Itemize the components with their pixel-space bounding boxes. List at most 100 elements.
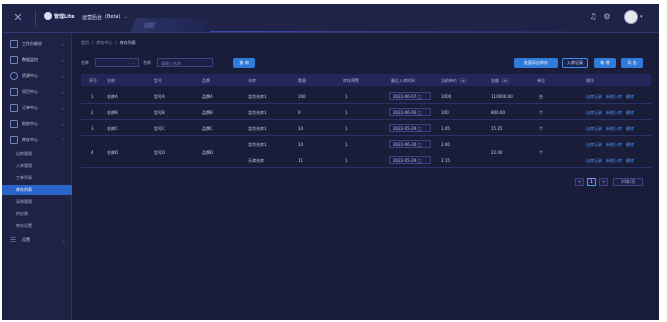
cell-brand: 品牌A: [202, 94, 213, 99]
date-value: 2022-06-30: [393, 142, 417, 147]
cell-unit: 台: [539, 94, 543, 99]
top-bar: ✕ 管理Lite 运营后台 (Beta) ⌄ ////////// ♫ ⚙ ▾: [2, 4, 659, 33]
chevron-right-icon: ›: [62, 73, 64, 79]
sidebar-subitem[interactable]: 采购管理: [2, 197, 72, 207]
import-records-button[interactable]: 入库记录: [562, 58, 588, 68]
dashboard-icon: [10, 40, 18, 48]
column-header: 当前单价（元）: [441, 78, 469, 83]
sidebar-item-orders[interactable]: 订单中心 ›: [2, 101, 72, 115]
column-header: 序号: [89, 78, 97, 83]
sidebar-subitem[interactable]: 库存设置: [2, 221, 72, 231]
pagination-next[interactable]: >: [599, 178, 608, 186]
warehouse-select[interactable]: ⌄: [95, 58, 139, 67]
sidebar-item-label: 库存中心: [22, 137, 38, 142]
name-input[interactable]: 请输入名称: [157, 58, 213, 67]
outbound-records-link[interactable]: 出库记录: [586, 126, 602, 132]
column-header: 最近入库时间: [391, 78, 415, 83]
column-header: 金额（元）: [491, 78, 511, 83]
column-header: 操作: [586, 78, 594, 83]
calendar-icon: ▢: [417, 142, 422, 147]
breadcrumb-item[interactable]: 首页: [81, 40, 89, 46]
sidebar: 工作台概览 › 数据监控 › 资源中心 › 项目中心 › 订单中心 › 财务中心…: [2, 33, 72, 320]
sidebar-item-inventory[interactable]: 库存中心 ˄: [2, 133, 72, 147]
date-picker[interactable]: 2022-06-07 ▢: [389, 92, 431, 100]
cell-amount: 800.00: [491, 110, 505, 115]
chevron-up-icon: ˄: [62, 137, 64, 143]
add-inbound-link[interactable]: 新增入库: [606, 94, 622, 100]
column-header: 仓库: [248, 78, 256, 83]
sidebar-item-label: 项目中心: [22, 89, 38, 94]
cell-warning: 1: [345, 110, 348, 115]
add-button[interactable]: 新 增: [594, 58, 616, 68]
delete-link[interactable]: 删除: [626, 110, 634, 116]
delete-link[interactable]: 删除: [626, 158, 634, 164]
search-button[interactable]: 查 询: [233, 58, 255, 68]
settings-icon: ☰: [10, 236, 17, 244]
sidebar-item-finance[interactable]: 财务中心 ›: [2, 117, 72, 131]
inventory-icon: [10, 136, 18, 144]
pagination-prev[interactable]: <: [575, 178, 584, 186]
bell-icon[interactable]: ♫: [588, 12, 598, 22]
avatar[interactable]: [624, 10, 638, 24]
sidebar-item-resources[interactable]: 资源中心 ›: [2, 69, 72, 83]
outbound-records-link[interactable]: 出库记录: [586, 158, 602, 164]
outbound-records-link[interactable]: 出库记录: [586, 142, 602, 148]
sidebar-subitem-label: 库存设置: [16, 223, 32, 228]
date-picker[interactable]: 2022-05-29 ▢: [389, 124, 431, 132]
chevron-down-icon: ⌄: [131, 60, 135, 65]
main-content: 首页 / 库存中心 / 库存列表 仓库 ⌄ 名称 请输入名称 查 询 批量导出库…: [73, 33, 659, 320]
chevron-down-icon[interactable]: ▾: [640, 14, 643, 20]
cell-price: 3.15: [441, 158, 450, 163]
sidebar-subitem[interactable]: 出库管理: [2, 149, 72, 159]
date-value: 2022-06-06: [393, 110, 417, 115]
delete-link[interactable]: 删除: [626, 126, 634, 132]
cell-brand: 品牌B: [202, 110, 213, 115]
sidebar-subitem-label: 库存列表: [16, 187, 32, 192]
sidebar-item-settings[interactable]: ☰ 设置 ⌄: [2, 233, 72, 247]
outbound-records-link[interactable]: 出库记录: [586, 94, 602, 100]
sidebar-subitem[interactable]: 工单列表: [2, 173, 72, 183]
export-button[interactable]: 导 出: [621, 58, 643, 68]
page-size-select[interactable]: 10条/页: [613, 178, 643, 186]
sidebar-item-dashboard[interactable]: 工作台概览 ›: [2, 37, 72, 51]
batch-export-button[interactable]: 批量导出库存: [514, 58, 558, 68]
pagination-page-current[interactable]: 1: [587, 178, 596, 186]
sidebar-subitem-label: 供应商: [16, 211, 28, 216]
cell-model: 型号D: [154, 150, 166, 155]
close-icon[interactable]: ✕: [12, 12, 24, 24]
header-glow-line: [210, 31, 630, 32]
sidebar-item-monitor[interactable]: 数据监控 ›: [2, 53, 72, 67]
project-icon: [10, 88, 18, 96]
chevron-down-icon: ⌄: [123, 14, 128, 20]
breadcrumb-item[interactable]: 库存中心: [96, 40, 112, 46]
cell-amount: 15.25: [491, 126, 503, 131]
breadcrumb-current: 库存列表: [119, 40, 136, 45]
cloud-icon: [10, 72, 18, 80]
sidebar-subitem[interactable]: 入库管理: [2, 161, 72, 171]
sidebar-subitem[interactable]: 供应商: [2, 209, 72, 219]
page-title[interactable]: 运营后台 (Beta) ⌄: [82, 14, 128, 21]
cell-brand: 品牌D: [202, 150, 214, 155]
cell-qty: 11: [298, 158, 304, 163]
calendar-icon: ▢: [417, 110, 422, 115]
sidebar-item-projects[interactable]: 项目中心 ›: [2, 85, 72, 99]
column-header: 单位: [537, 78, 545, 83]
add-inbound-link[interactable]: 新增入库: [606, 110, 622, 116]
add-inbound-link[interactable]: 新增入库: [606, 158, 622, 164]
add-inbound-link[interactable]: 新增入库: [606, 142, 622, 148]
date-picker[interactable]: 2022-06-30 ▢: [389, 140, 431, 148]
date-picker[interactable]: 2022-05-29 ▢: [389, 156, 431, 164]
cell-warning: 1: [345, 126, 348, 131]
delete-link[interactable]: 删除: [626, 94, 634, 100]
sidebar-subitem-active[interactable]: 库存列表: [2, 185, 72, 195]
add-inbound-link[interactable]: 新增入库: [606, 126, 622, 132]
cell-qty: 14: [298, 126, 304, 131]
column-header: 数量: [298, 78, 306, 83]
column-header: 品牌: [202, 78, 210, 83]
outbound-records-link[interactable]: 出库记录: [586, 110, 602, 116]
filter-label-warehouse: 仓库: [81, 60, 89, 65]
table-row: 2 名称B 型号B 品牌B 北京仓库1 0 1 2022-06-06 ▢ 100…: [81, 104, 651, 120]
delete-link[interactable]: 删除: [626, 142, 634, 148]
settings-icon[interactable]: ⚙: [602, 12, 612, 22]
date-picker[interactable]: 2022-06-06 ▢: [389, 108, 431, 116]
